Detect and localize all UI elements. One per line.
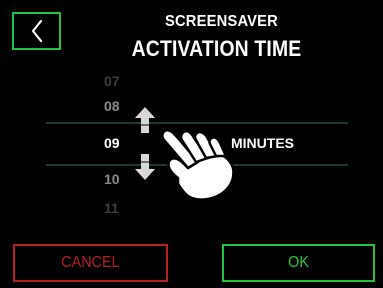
screensaver-activation-screen: SCREENSAVER ACTIVATION TIME 07 08 09 10 … — [0, 0, 383, 288]
picker-value[interactable]: 11 — [104, 200, 126, 216]
picker-value-selected[interactable]: 09 — [104, 135, 126, 151]
page-title: ACTIVATION TIME — [131, 36, 302, 61]
picker-value[interactable]: 07 — [104, 73, 126, 89]
ok-button[interactable]: OK — [222, 244, 375, 282]
cancel-button[interactable]: CANCEL — [13, 244, 168, 282]
picker-value[interactable]: 10 — [104, 171, 126, 187]
chevron-left-icon — [31, 19, 42, 43]
cancel-button-label: CANCEL — [61, 254, 120, 271]
picker-value[interactable]: 08 — [104, 98, 126, 114]
back-button[interactable] — [12, 12, 61, 50]
hand-pointer-icon — [161, 129, 235, 201]
page-subtitle: SCREENSAVER — [164, 13, 278, 30]
ok-button-label: OK — [288, 254, 309, 271]
